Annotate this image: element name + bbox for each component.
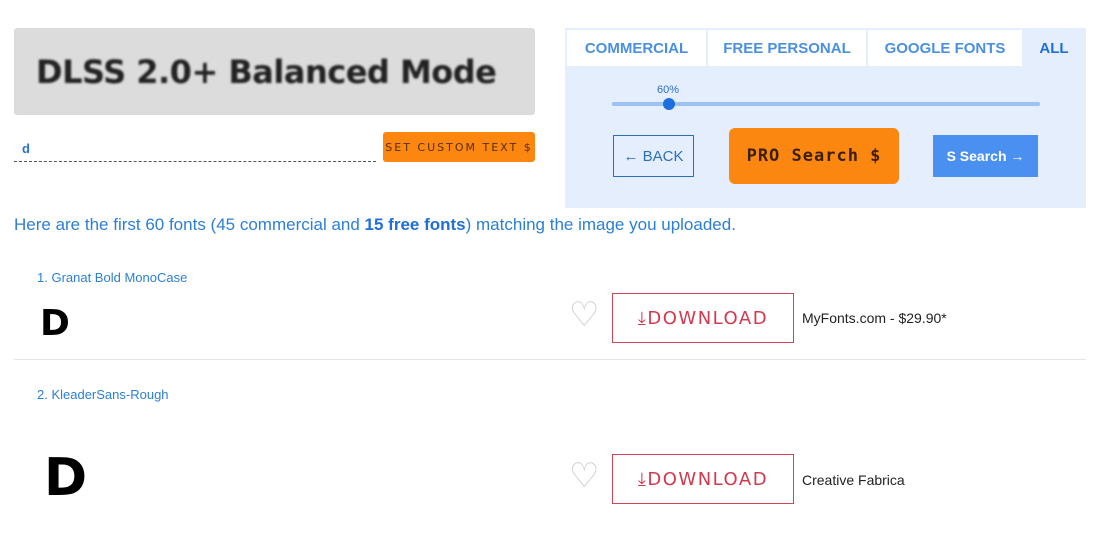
tab-google-fonts[interactable]: GOOGLE FONTS: [868, 30, 1022, 66]
match-threshold-slider[interactable]: [612, 102, 1040, 106]
free-fonts-count: 15 free fonts: [364, 215, 466, 234]
font-name-link[interactable]: 1. Granat Bold MonoCase: [37, 270, 187, 285]
slider-handle[interactable]: [663, 98, 675, 110]
pro-search-button[interactable]: PRO Search $: [729, 128, 899, 184]
font-sample: D: [44, 448, 88, 508]
vendor-name: Creative Fabrica: [802, 472, 905, 488]
s-search-button[interactable]: S Search →: [933, 135, 1038, 177]
back-button[interactable]: ← BACK: [613, 135, 694, 177]
tab-free-personal[interactable]: FREE PERSONAL: [708, 30, 866, 66]
vendor-price: MyFonts.com - $29.90*: [802, 310, 947, 326]
download-button[interactable]: ⤓DOWNLOAD: [612, 293, 794, 343]
download-button[interactable]: ⤓DOWNLOAD: [612, 454, 794, 504]
custom-text-input[interactable]: [14, 136, 376, 162]
summary-text-end: ) matching the image you uploaded.: [465, 215, 736, 234]
download-icon: ⤓: [637, 468, 648, 490]
font-name-link[interactable]: 2. KleaderSans-Rough: [37, 387, 169, 402]
font-sample: D: [40, 303, 70, 344]
tab-all[interactable]: ALL: [1024, 30, 1084, 66]
set-custom-text-button[interactable]: SET CUSTOM TEXT $: [383, 132, 535, 162]
results-summary: Here are the first 60 fonts (45 commerci…: [14, 215, 736, 235]
tab-commercial[interactable]: COMMERCIAL: [567, 30, 706, 66]
heart-outline-icon[interactable]: ♡: [569, 459, 599, 493]
download-icon: ⤓: [637, 307, 648, 329]
slider-value-label: 60%: [657, 84, 680, 96]
search-panel: COMMERCIAL FREE PERSONAL GOOGLE FONTS AL…: [565, 28, 1086, 208]
heart-outline-icon[interactable]: ♡: [569, 298, 599, 332]
font-image-preview: DLSS 2.0+ Balanced Mode: [14, 28, 535, 115]
summary-text: Here are the first 60 fonts (45 commerci…: [14, 215, 365, 234]
preview-text: DLSS 2.0+ Balanced Mode: [36, 53, 497, 91]
divider: [14, 359, 1086, 360]
